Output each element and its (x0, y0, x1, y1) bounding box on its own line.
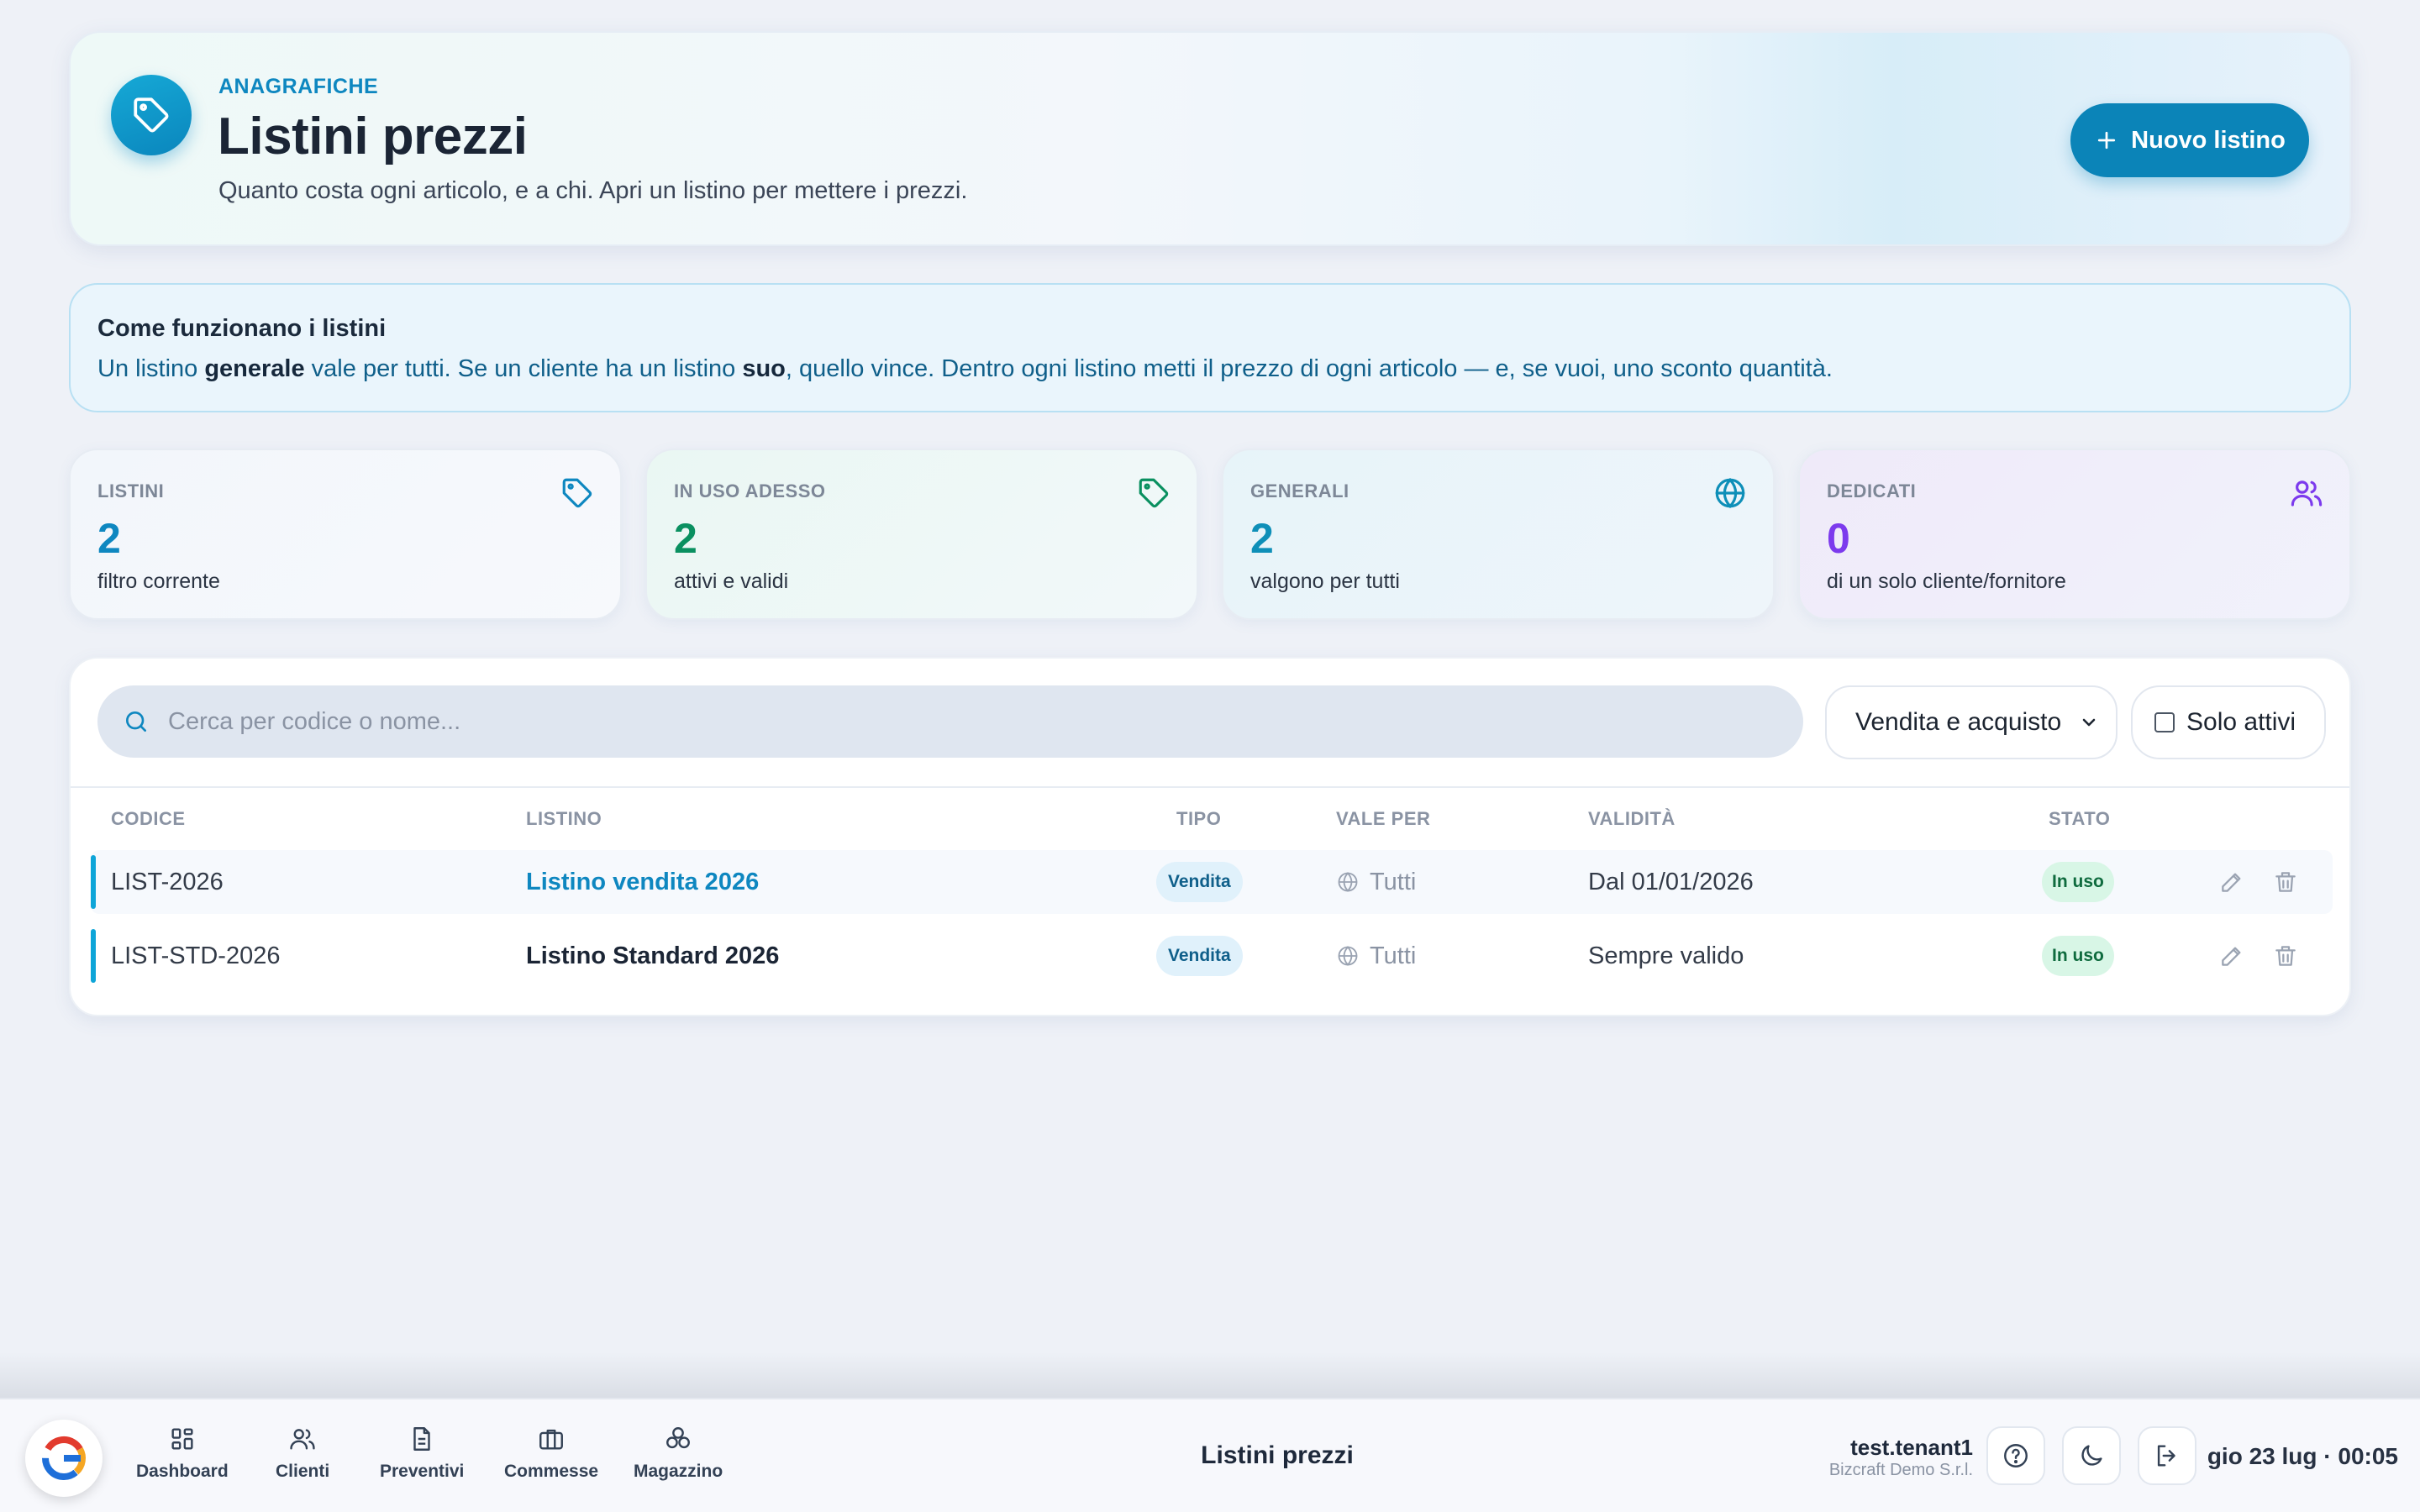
type-badge: Vendita (1156, 936, 1243, 976)
stat-note: di un solo cliente/fornitore (1827, 570, 2066, 593)
cell-validity: Sempre valido (1588, 942, 1744, 969)
cell-state: In uso (2042, 924, 2114, 988)
moon-icon (2077, 1441, 2106, 1470)
info-title: Come funzionano i listini (97, 315, 387, 342)
globe-icon (1336, 944, 1360, 968)
theme-toggle-button[interactable] (2062, 1426, 2121, 1485)
cell-code: LIST-2026 (111, 868, 224, 895)
row-accent (91, 855, 96, 909)
help-button[interactable] (1986, 1426, 2045, 1485)
info-box: Come funzionano i listini Un listino gen… (69, 283, 2351, 412)
trash-icon[interactable] (2272, 924, 2299, 988)
applies-label: Tutti (1370, 942, 1417, 969)
cell-state: In uso (2042, 850, 2114, 914)
only-active-toggle[interactable]: Solo attivi (2131, 685, 2326, 759)
cell-applies: Tutti (1336, 924, 1416, 988)
trash-icon[interactable] (2272, 850, 2299, 914)
page-header: ANAGRAFICHE Listini prezzi Quanto costa … (69, 31, 2351, 246)
users-icon (2289, 475, 2324, 511)
stat-label: LISTINI (97, 480, 165, 501)
new-pricelist-button[interactable]: Nuovo listino (2070, 103, 2309, 177)
org-name: Bizcraft Demo S.r.l. (1828, 1461, 1973, 1479)
stat-label: DEDICATI (1827, 480, 1917, 501)
tag-icon (560, 475, 595, 511)
stat-note: valgono per tutti (1250, 570, 1400, 593)
state-badge: In uso (2042, 862, 2114, 902)
state-badge: In uso (2042, 936, 2114, 976)
bottom-shade (0, 1352, 2420, 1399)
search-icon (123, 708, 150, 735)
stat-card-in-use: IN USO ADESSO 2 attivi e validi (645, 449, 1198, 620)
stat-label: GENERALI (1250, 480, 1349, 501)
current-page-title: Listini prezzi (1201, 1441, 1354, 1469)
tag-icon (1136, 475, 1171, 511)
column-header-applies[interactable]: VALE PER (1336, 808, 1430, 830)
logout-icon (2153, 1441, 2181, 1470)
cell-validity: Dal 01/01/2026 (1588, 868, 1754, 895)
stat-card-general: GENERALI 2 valgono per tutti (1222, 449, 1775, 620)
stat-value: 2 (1250, 515, 1274, 562)
column-header-name[interactable]: LISTINO (526, 808, 602, 830)
info-text-bold: generale (204, 355, 305, 382)
cell-code: LIST-STD-2026 (111, 942, 281, 969)
row-accent (91, 929, 96, 983)
user-info: test.tenant1 Bizcraft Demo S.r.l. (1829, 1435, 1973, 1480)
column-header-code[interactable]: CODICE (111, 808, 186, 830)
only-active-label: Solo attivi (2186, 708, 2296, 736)
stat-label: IN USO ADESSO (674, 480, 826, 501)
user-name: test.tenant1 (1850, 1435, 1973, 1460)
plus-icon (2094, 128, 2119, 153)
edit-icon[interactable] (2218, 924, 2245, 988)
cell-type: Vendita (1156, 850, 1243, 914)
stat-value: 0 (1827, 515, 1850, 562)
stat-card-dedicated: DEDICATI 0 di un solo cliente/fornitore (1798, 449, 2351, 620)
only-active-checkbox[interactable] (2154, 712, 2175, 732)
stat-note: filtro corrente (97, 570, 220, 593)
stat-value: 2 (674, 515, 697, 562)
column-header-state[interactable]: STATO (2049, 808, 2110, 830)
page-title: Listini prezzi (218, 108, 528, 165)
pricelist-panel: Vendita e acquisto Solo attivi CODICE LI… (69, 657, 2351, 1016)
type-badge: Vendita (1156, 862, 1243, 902)
section-kicker: ANAGRAFICHE (218, 75, 379, 98)
applies-label: Tutti (1370, 868, 1417, 895)
pricelist-link[interactable]: Listino vendita 2026 (526, 850, 759, 914)
info-text-part: , quello vince. Dentro ogni listino mett… (785, 355, 1833, 382)
globe-icon (1712, 475, 1748, 511)
type-select[interactable]: Vendita e acquisto (1825, 685, 2118, 759)
search-box[interactable] (97, 685, 1803, 758)
info-text: Un listino generale vale per tutti. Se u… (97, 355, 1833, 383)
datetime: gio 23 lug · 00:05 (2207, 1443, 2398, 1469)
page-subtitle: Quanto costa ogni articolo, e a chi. Apr… (218, 177, 968, 204)
cell-type: Vendita (1156, 924, 1243, 988)
help-icon (2002, 1441, 2030, 1470)
bottom-nav: Dashboard Clienti Preventivi Commesse Ma… (0, 1398, 2420, 1512)
cell-applies: Tutti (1336, 850, 1416, 914)
info-text-part: vale per tutti. Se un cliente ha un list… (304, 355, 743, 382)
logout-button[interactable] (2138, 1426, 2196, 1485)
column-header-validity[interactable]: VALIDITÀ (1588, 808, 1676, 830)
info-text-bold: suo (742, 355, 786, 382)
table-row[interactable]: LIST-STD-2026 Listino Standard 2026 Vend… (91, 924, 2333, 988)
chevron-down-icon (2079, 712, 2099, 732)
stat-value: 2 (97, 515, 121, 562)
stat-card-listini: LISTINI 2 filtro corrente (69, 449, 622, 620)
search-input[interactable] (168, 707, 1765, 736)
stat-note: attivi e validi (674, 570, 789, 593)
pricelist-link[interactable]: Listino Standard 2026 (526, 924, 779, 988)
type-select-value: Vendita e acquisto (1855, 708, 2062, 736)
column-header-type[interactable]: TIPO (1176, 808, 1221, 830)
globe-icon (1336, 870, 1360, 894)
table-row[interactable]: LIST-2026 Listino vendita 2026 Vendita T… (91, 850, 2333, 914)
edit-icon[interactable] (2218, 850, 2245, 914)
divider (71, 786, 2349, 788)
info-text-part: Un listino (97, 355, 205, 382)
new-pricelist-label: Nuovo listino (2131, 126, 2286, 154)
tag-icon (111, 75, 192, 155)
